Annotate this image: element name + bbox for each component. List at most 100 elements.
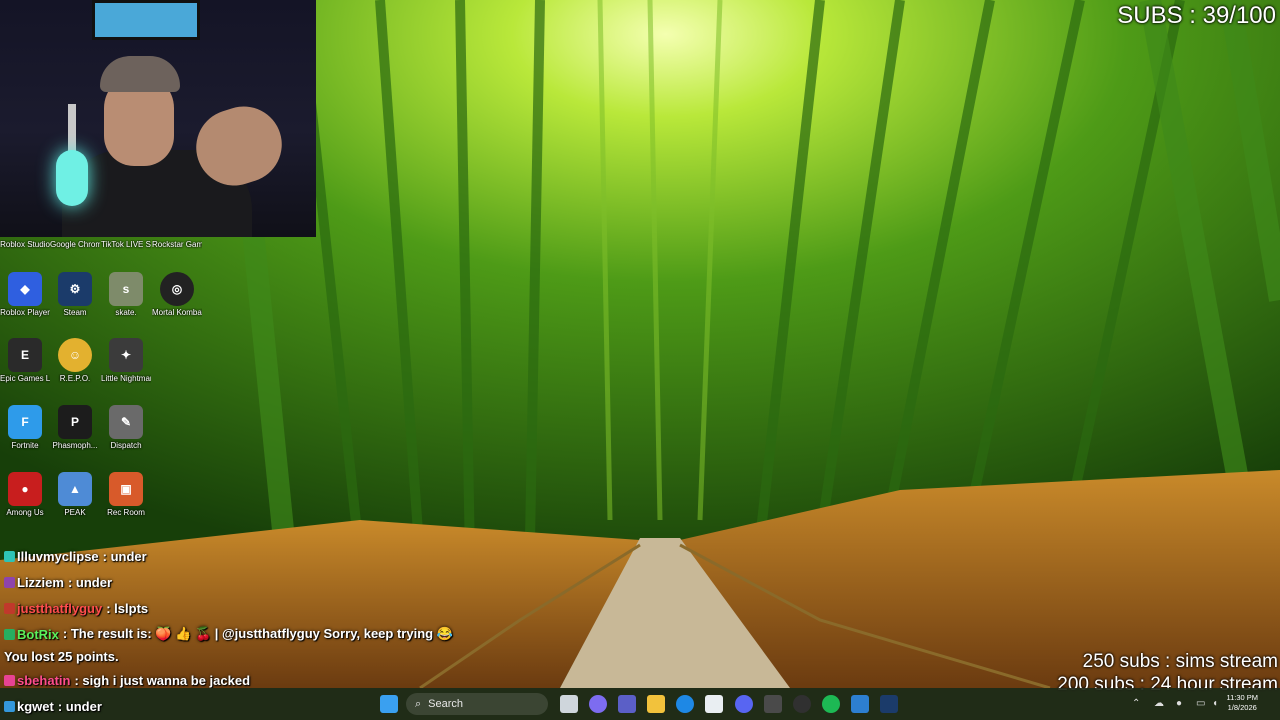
epic-games-icon: E bbox=[8, 338, 42, 372]
desktop-icon-label: Mortal Kombat X bbox=[152, 308, 202, 317]
clock-time: 11:30 PM bbox=[1226, 693, 1258, 702]
desktop-icon-steam[interactable]: ⚙ Steam bbox=[50, 272, 100, 318]
desktop-icon-tiktok-live-studio[interactable]: TikTok LIVE Studio bbox=[101, 238, 151, 250]
file-explorer-icon[interactable] bbox=[647, 695, 665, 713]
desktop-icon-label: Rockstar Games ... bbox=[152, 240, 202, 249]
desktop-icon-label: Dispatch bbox=[110, 441, 142, 450]
chat-badge-icon bbox=[4, 577, 15, 588]
chat-username: Lizziem bbox=[17, 575, 64, 590]
edge-icon[interactable] bbox=[676, 695, 694, 713]
teams-icon[interactable] bbox=[618, 695, 636, 713]
chat-badge-icon bbox=[4, 551, 15, 562]
discord-icon[interactable] bbox=[735, 695, 753, 713]
desktop-icon-little-nightmares[interactable]: ✦ Little Nightmar... bbox=[101, 338, 151, 384]
display-icon[interactable]: ▭ bbox=[1196, 698, 1205, 709]
clock-date: 1/8/2026 bbox=[1227, 703, 1257, 712]
steam-taskbar-icon[interactable] bbox=[880, 695, 898, 713]
desktop-icon-label: PEAK bbox=[64, 508, 86, 517]
desktop-icon-label: Little Nightmar... bbox=[101, 374, 151, 383]
among-us-icon: ● bbox=[8, 472, 42, 506]
dispatch-icon: ✎ bbox=[109, 405, 143, 439]
chat-badge-icon bbox=[4, 628, 15, 640]
obs-icon[interactable] bbox=[793, 695, 811, 713]
desktop-icon-label: R.E.P.O. bbox=[59, 374, 91, 383]
desktop-icon-label: TikTok LIVE Studio bbox=[101, 240, 151, 249]
goal-line: 250 subs : sims stream bbox=[1082, 651, 1278, 672]
taskbar-search[interactable]: ⌕ Search bbox=[406, 693, 548, 715]
chat-message: Lizziem : under bbox=[4, 575, 112, 590]
copilot-icon[interactable] bbox=[589, 695, 607, 713]
desktop-icon-label: Roblox Player bbox=[0, 308, 50, 317]
desktop-icon-dispatch[interactable]: ✎ Dispatch bbox=[101, 405, 151, 451]
search-icon: ⌕ bbox=[415, 697, 422, 710]
chat-text: : under bbox=[57, 699, 102, 714]
chat-username: Illuvmyclipse bbox=[17, 549, 99, 564]
desktop-icon-label: Among Us bbox=[6, 508, 44, 517]
chat-badge-icon bbox=[4, 675, 15, 686]
desktop-icon-label: Epic Games Launcher bbox=[0, 374, 50, 383]
desktop-icon-skate[interactable]: s skate. bbox=[101, 272, 151, 318]
microphone-icon[interactable]: ● bbox=[1176, 698, 1182, 709]
desktop-icon-roblox-studio[interactable]: Roblox Studio bbox=[0, 238, 50, 250]
chat-text: : under bbox=[102, 549, 147, 564]
chat-message: kgwet : under bbox=[4, 699, 102, 714]
mortal-kombat-icon: ◎ bbox=[160, 272, 194, 306]
microphone bbox=[56, 150, 88, 206]
desktop-icon-phasmophobia[interactable]: P Phasmoph... bbox=[50, 405, 100, 451]
chat-message: You lost 25 points. bbox=[4, 649, 119, 664]
desktop-icon-label: Phasmoph... bbox=[52, 441, 98, 450]
chat-badge-icon bbox=[4, 701, 15, 712]
chat-username: sbehatin bbox=[17, 673, 71, 688]
spotify-icon[interactable] bbox=[822, 695, 840, 713]
desktop-icon-google-chrome[interactable]: Google Chrome bbox=[50, 238, 100, 250]
network-icon[interactable]: ☁ bbox=[1154, 698, 1164, 709]
taskbar-clock[interactable]: 11:30 PM 1/8/2026 bbox=[1226, 693, 1258, 713]
webcam-overlay bbox=[0, 0, 316, 237]
rec-room-icon: ▣ bbox=[109, 472, 143, 506]
desktop-icon-label: Roblox Studio bbox=[0, 240, 50, 249]
skate-icon: s bbox=[109, 272, 143, 306]
desktop-icon-roblox-player[interactable]: ◆ Roblox Player bbox=[0, 272, 50, 318]
chat-message: sbehatin : sigh i just wanna be jacked bbox=[4, 673, 250, 688]
roblox-player-icon: ◆ bbox=[8, 272, 42, 306]
task-view-icon[interactable] bbox=[560, 695, 578, 713]
store-icon[interactable] bbox=[705, 695, 723, 713]
desktop-icon-repo[interactable]: ☺ R.E.P.O. bbox=[50, 338, 100, 384]
volume-icon[interactable]: ◖ bbox=[1212, 698, 1218, 709]
desktop-icon-label: Google Chrome bbox=[50, 240, 100, 249]
fortnite-icon: F bbox=[8, 405, 42, 439]
tray-chevron-icon[interactable]: ⌃ bbox=[1132, 698, 1140, 709]
desktop-icon-peak[interactable]: ▲ PEAK bbox=[50, 472, 100, 518]
desktop-icon-label: Fortnite bbox=[11, 441, 39, 450]
capture-icon[interactable] bbox=[851, 695, 869, 713]
desktop-icon-mortal-kombat-x[interactable]: ◎ Mortal Kombat X bbox=[152, 272, 202, 318]
desktop-icon-epic-games[interactable]: E Epic Games Launcher bbox=[0, 338, 50, 384]
chat-username: BotRix bbox=[17, 626, 59, 642]
steam-icon: ⚙ bbox=[58, 272, 92, 306]
chat-username: kgwet bbox=[17, 699, 54, 714]
chat-text: : under bbox=[67, 575, 113, 590]
taskbar: ⌕ Search ⌃ ☁ ● ▭ ◖ 11:30 PM 1/8/2026 bbox=[0, 688, 1280, 720]
streamer-hat bbox=[100, 56, 180, 92]
chat-text: : The result is: 🍑 👍 🍒 | @justthatflyguy… bbox=[62, 626, 453, 641]
desktop-icon-label: skate. bbox=[115, 308, 137, 317]
chat-message: Illuvmyclipse : under bbox=[4, 549, 147, 564]
subs-counter: SUBS : 39/100 bbox=[1117, 2, 1276, 29]
phasmophobia-icon: P bbox=[58, 405, 92, 439]
desktop-icon-among-us[interactable]: ● Among Us bbox=[0, 472, 50, 518]
mic-stand bbox=[68, 104, 76, 154]
repo-icon: ☺ bbox=[58, 338, 92, 372]
search-placeholder: Search bbox=[428, 698, 464, 710]
chat-message: justthatflyguy : lslpts bbox=[4, 601, 148, 616]
desktop-icon-fortnite[interactable]: F Fortnite bbox=[0, 405, 50, 451]
desktop-icon-rockstar-games[interactable]: Rockstar Games ... bbox=[152, 238, 202, 250]
start-icon[interactable] bbox=[380, 695, 398, 713]
chat-message: BotRix : The result is: 🍑 👍 🍒 | @justtha… bbox=[4, 626, 453, 642]
desktop-icon-rec-room[interactable]: ▣ Rec Room bbox=[101, 472, 151, 518]
background-monitor bbox=[92, 0, 200, 40]
little-nightmares-icon: ✦ bbox=[109, 338, 143, 372]
chat-badge-icon bbox=[4, 603, 15, 614]
chat-text: : sigh i just wanna be jacked bbox=[74, 673, 251, 688]
desktop-icon-label: Steam bbox=[63, 308, 87, 317]
app-icon[interactable] bbox=[764, 695, 782, 713]
